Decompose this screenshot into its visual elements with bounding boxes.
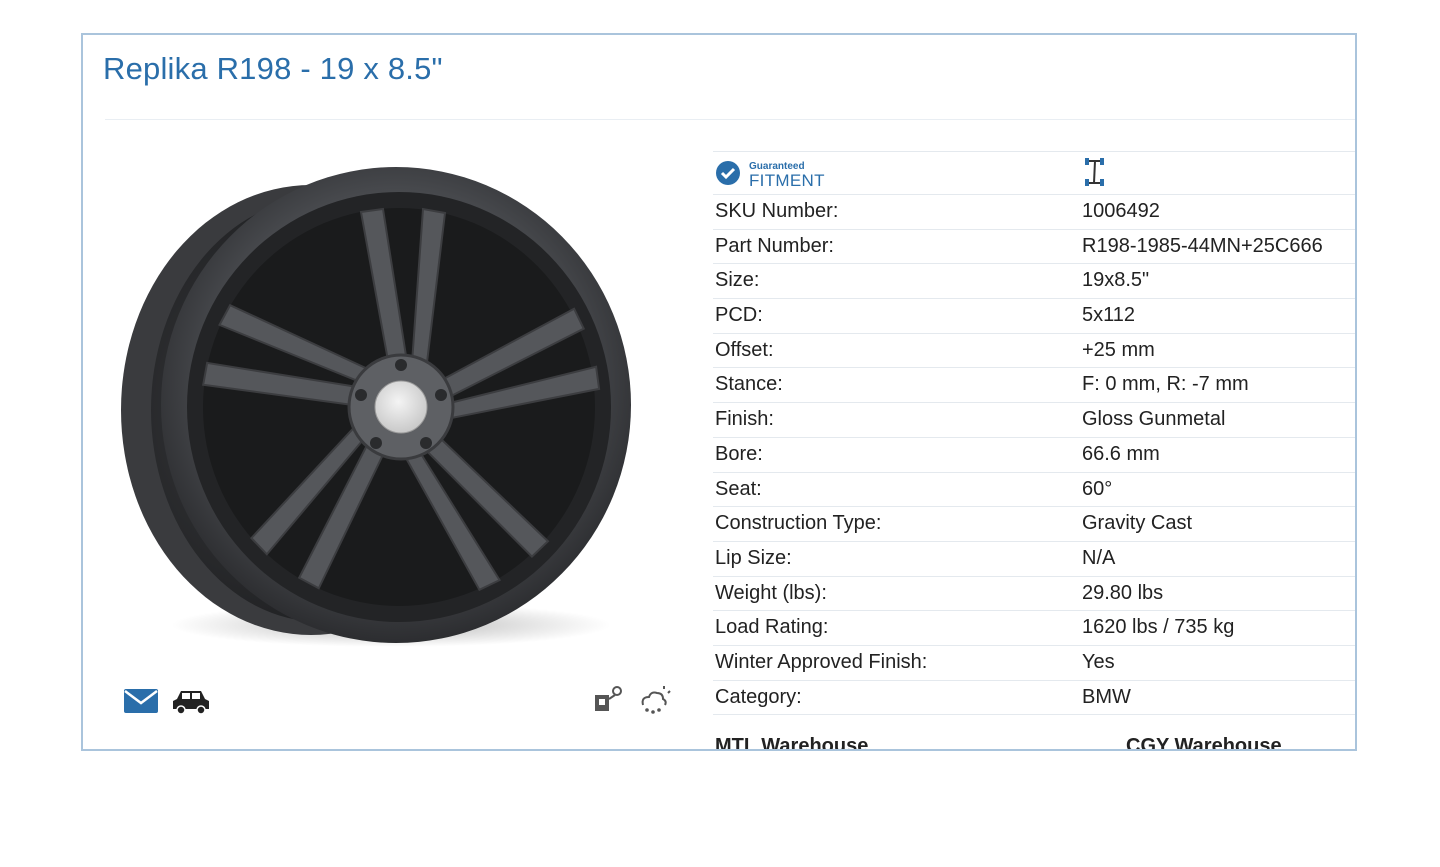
spec-value: 1620 lbs / 735 kg <box>1082 616 1235 639</box>
spec-label: Lip Size: <box>715 546 792 569</box>
spec-row-sku: SKU Number: 1006492 <box>713 194 1355 229</box>
spec-row-part-number: Part Number: R198-1985-44MN+25C666 <box>713 228 1355 264</box>
spec-row-construction-type: Construction Type: Gravity Cast <box>713 506 1355 541</box>
title-divider <box>105 119 1355 120</box>
spec-label: Size: <box>715 269 760 292</box>
spec-label: SKU Number: <box>715 200 839 222</box>
spec-row-winter-approved: Winter Approved Finish: Yes <box>713 644 1355 680</box>
spec-label: Part Number: <box>715 234 834 257</box>
spec-value: Yes <box>1082 650 1115 673</box>
spec-value: 5x112 <box>1082 304 1136 327</box>
spec-label: Bore: <box>715 442 763 465</box>
spec-label: Category: <box>715 685 802 708</box>
spec-row-category: Category: BMW <box>713 679 1355 715</box>
check-circle-icon <box>715 160 741 191</box>
spec-table: Guaranteed FITMENT SKU Number: 1006492 P… <box>713 151 1355 751</box>
spec-label: Stance: <box>715 373 783 396</box>
spec-label: Offset: <box>715 338 774 361</box>
car-icon[interactable] <box>171 687 211 720</box>
spec-label: Construction Type: <box>715 512 882 535</box>
spec-row-bore: Bore: 66.6 mm <box>713 436 1355 472</box>
spec-row-finish: Finish: Gloss Gunmetal <box>713 402 1355 437</box>
tpms-sensor-icon <box>591 685 623 720</box>
product-card: Replika R198 - 19 x 8.5" Guaranteed FITM… <box>81 33 1357 751</box>
spec-label: Weight (lbs): <box>715 581 827 604</box>
mtl-warehouse-header: MTL Warehouse <box>715 735 869 751</box>
fitment-big-text: FITMENT <box>749 171 825 190</box>
spec-value: F: 0 mm, R: -7 mm <box>1082 373 1249 396</box>
spec-label: Load Rating: <box>715 616 829 639</box>
spec-value: Gravity Cast <box>1082 512 1193 535</box>
spec-row-weight: Weight (lbs): 29.80 lbs <box>713 575 1355 611</box>
spec-row-stance: Stance: F: 0 mm, R: -7 mm <box>713 367 1355 402</box>
wheel-image <box>121 155 631 655</box>
spec-row-load-rating: Load Rating: 1620 lbs / 735 kg <box>713 610 1355 645</box>
spec-label: Seat: <box>715 477 762 500</box>
spec-row-pcd: PCD: 5x112 <box>713 298 1355 333</box>
action-icons <box>123 687 211 720</box>
cgy-warehouse-header: CGY Warehouse <box>1126 735 1282 751</box>
stance-axle-icon[interactable] <box>1082 156 1110 193</box>
spec-value: R198-1985-44MN+25C666 <box>1082 234 1323 257</box>
spec-row-size: Size: 19x8.5" <box>713 263 1355 298</box>
spec-row-seat: Seat: 60° <box>713 471 1355 507</box>
spec-label: Finish: <box>715 408 774 431</box>
spec-value: 66.6 mm <box>1082 442 1160 465</box>
spec-value: 60° <box>1082 477 1113 500</box>
spec-value: 1006492 <box>1082 200 1160 222</box>
spec-value: BMW <box>1082 685 1131 708</box>
spec-row-offset: Offset: +25 mm <box>713 332 1355 368</box>
spec-label: Winter Approved Finish: <box>715 650 928 673</box>
spec-value: Gloss Gunmetal <box>1082 408 1226 431</box>
spec-value: +25 mm <box>1082 338 1155 361</box>
spec-row-lip-size: Lip Size: N/A <box>713 540 1355 576</box>
guaranteed-fitment-badge: Guaranteed FITMENT <box>715 160 825 191</box>
winter-weather-icon <box>637 685 671 720</box>
spec-value: 29.80 lbs <box>1082 581 1164 604</box>
spec-value: 19x8.5" <box>1082 269 1150 292</box>
warehouse-header-row: MTL Warehouse CGY Warehouse <box>713 714 1355 751</box>
spec-label: PCD: <box>715 304 763 327</box>
spec-value: N/A <box>1082 546 1116 569</box>
envelope-icon[interactable] <box>123 687 159 720</box>
feature-icons <box>591 685 671 720</box>
fitment-row: Guaranteed FITMENT <box>713 151 1355 194</box>
product-title: Replika R198 - 19 x 8.5" <box>103 51 443 86</box>
